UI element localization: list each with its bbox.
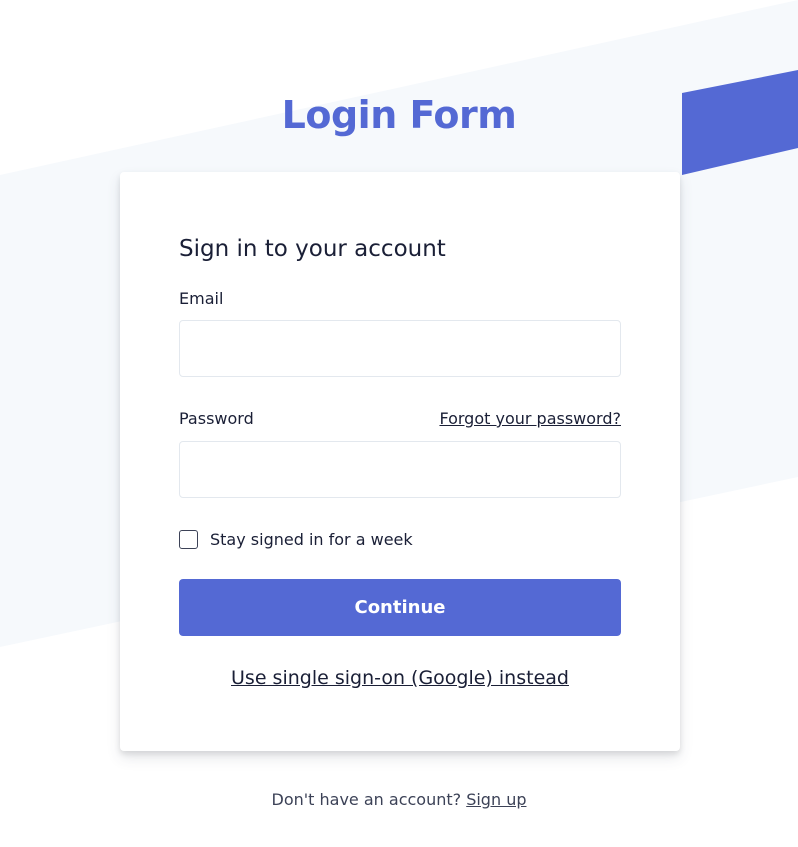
email-field[interactable] [179, 320, 621, 377]
password-field[interactable] [179, 441, 621, 498]
remember-me-label[interactable]: Stay signed in for a week [210, 530, 413, 549]
email-label: Email [179, 289, 224, 308]
sso-google-link[interactable]: Use single sign-on (Google) instead [231, 667, 569, 689]
page-title: Login Form [281, 93, 517, 137]
forgot-password-link[interactable]: Forgot your password? [439, 409, 621, 428]
remember-me-option[interactable]: Stay signed in for a week [179, 528, 413, 550]
continue-button[interactable]: Continue [179, 579, 621, 636]
card-heading: Sign in to your account [179, 236, 446, 262]
signup-link[interactable]: Sign up [466, 790, 526, 809]
login-card: Sign in to your account Email Password F… [120, 172, 680, 751]
signup-prompt: Don't have an account? [271, 790, 467, 809]
sso-container: Use single sign-on (Google) instead [120, 667, 680, 689]
remember-me-checkbox[interactable] [179, 529, 198, 549]
password-label: Password [179, 409, 254, 428]
footer: Don't have an account? Sign up [0, 790, 798, 809]
